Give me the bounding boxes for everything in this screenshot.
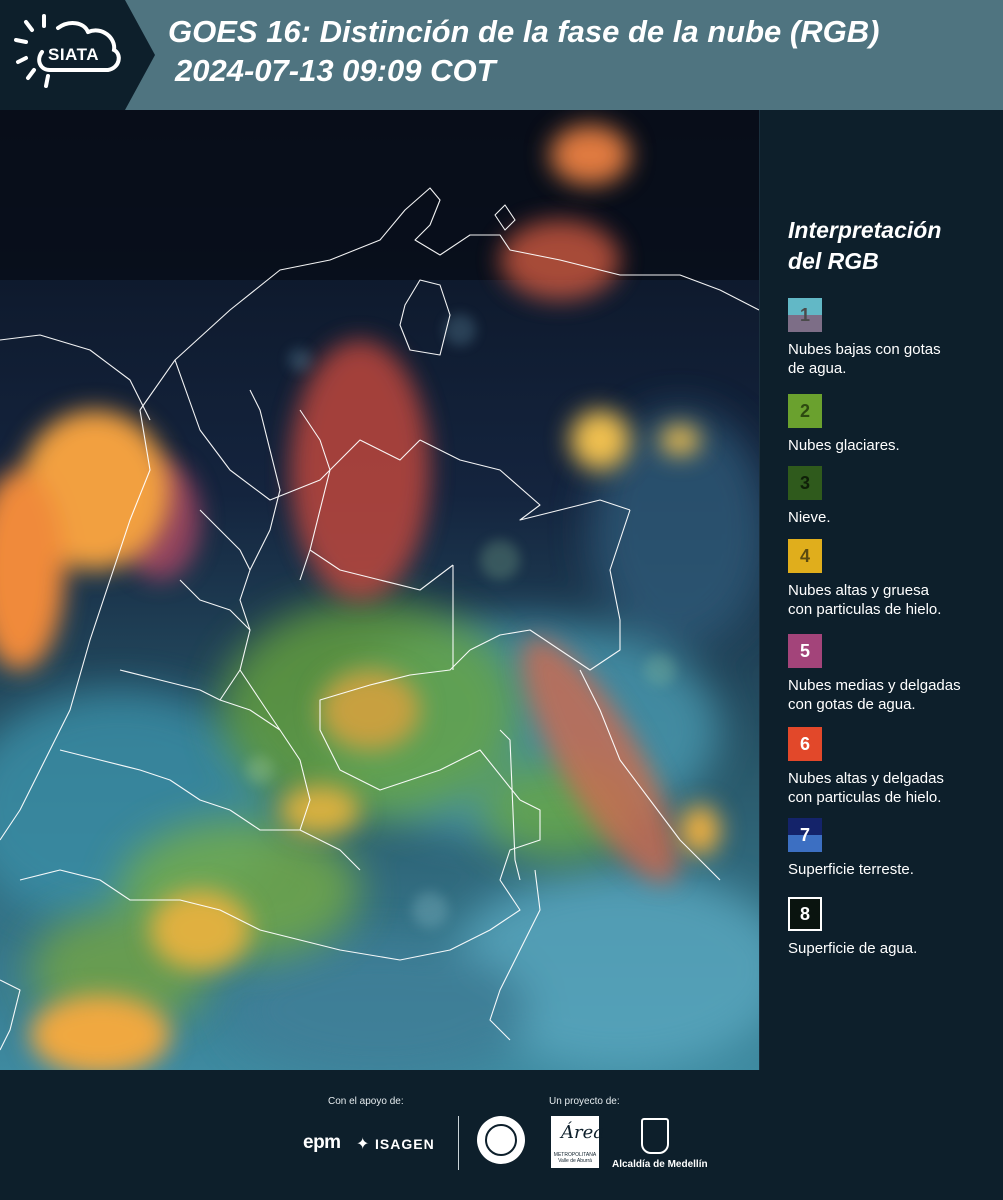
area-logo-script: Área xyxy=(561,1122,604,1143)
legend-number: 8 xyxy=(799,903,810,924)
legend-title-line2: del RGB xyxy=(788,248,879,274)
legend-number: 1 xyxy=(799,304,810,325)
seal-icon xyxy=(477,1116,525,1164)
legend-item: 3 Nieve. xyxy=(788,466,831,527)
area-metropolitana-logo: Área METROPOLITANA Valle de Aburrá xyxy=(551,1116,604,1168)
legend-title-line1: Interpretación xyxy=(788,217,942,243)
legend-item: 7 Superficie terreste. xyxy=(788,818,914,879)
legend-label-line: Nubes bajas con gotas xyxy=(788,341,941,358)
legend-panel: Interpretación del RGB xyxy=(788,215,993,297)
legend-label-line: Nubes glaciares. xyxy=(788,437,900,454)
legend-item: 5 Nubes medias y delgadas con gotas de agu… xyxy=(788,634,961,714)
legend-label: Nubes altas y delgadas con particulas de … xyxy=(788,769,944,807)
legend-label-line: Nubes altas y delgadas xyxy=(788,770,944,787)
logo-chevron xyxy=(125,0,155,110)
isagen-icon: ✦ xyxy=(356,1136,370,1153)
legend-label: Superficie de agua. xyxy=(788,939,917,958)
legend-label: Nieve. xyxy=(788,508,831,527)
legend-label: Nubes medias y delgadas con gotas de agua… xyxy=(788,676,961,714)
legend-swatch: 1 xyxy=(788,298,822,332)
legend-swatch: 2 xyxy=(788,394,822,428)
legend-label: Superficie terreste. xyxy=(788,860,914,879)
legend-swatch: 3 xyxy=(788,466,822,500)
page-title: GOES 16: Distinción de la fase de la nub… xyxy=(168,14,880,49)
legend-swatch: 4 xyxy=(788,539,822,573)
legend-number: 3 xyxy=(799,472,810,493)
isagen-logo: ISAGEN xyxy=(375,1136,435,1152)
siata-logo: SIATA xyxy=(0,0,125,110)
epm-logo: epm xyxy=(303,1132,341,1153)
alcaldia-logo-text: Alcaldía de Medellín xyxy=(612,1159,708,1170)
legend-label: Nubes glaciares. xyxy=(788,436,900,455)
legend-label-line: Nubes altas y gruesa xyxy=(788,582,929,599)
legend-title: Interpretación del RGB xyxy=(788,215,993,277)
legend-label: Nubes altas y gruesa con particulas de hi… xyxy=(788,581,941,619)
legend-number: 4 xyxy=(799,545,810,566)
legend-label-line: con particulas de hielo. xyxy=(788,789,942,806)
footer: Con el apoyo de: Un proyecto de: epm ✦ I… xyxy=(0,1070,1003,1200)
footer-divider xyxy=(458,1116,459,1170)
legend-label-line: Nubes medias y delgadas xyxy=(788,677,961,694)
legend-number: 2 xyxy=(799,400,810,421)
legend-swatch: 6 xyxy=(788,727,822,761)
legend-label-line: con gotas de agua. xyxy=(788,696,916,713)
legend-label-line: con particulas de hielo. xyxy=(788,601,942,618)
legend-item: 8 Superficie de agua. xyxy=(788,897,917,958)
legend-item: 2 Nubes glaciares. xyxy=(788,394,900,455)
area-logo-subtitle: METROPOLITANA Valle de Aburrá xyxy=(553,1152,597,1164)
header-bar: SIATA GOES 16: Distinción de la fase de … xyxy=(0,0,1003,110)
legend-item: 6 Nubes altas y delgadas con particulas de… xyxy=(788,727,944,807)
legend-item: 4 Nubes altas y gruesa con particulas de h… xyxy=(788,539,941,619)
coat-of-arms-icon xyxy=(641,1118,669,1154)
legend-label-line: de agua. xyxy=(788,360,847,377)
legend-label-line: Superficie de agua. xyxy=(788,940,918,957)
legend-item: 1 Nubes bajas con gotas de agua. xyxy=(788,298,941,378)
project-caption: Un proyecto de: xyxy=(549,1096,620,1107)
rgb-satellite-image xyxy=(0,110,759,1070)
satellite-map xyxy=(0,110,760,1070)
logo-wordmark: SIATA xyxy=(48,45,99,64)
legend-label-line: Nieve. xyxy=(788,509,831,526)
legend-swatch: 7 xyxy=(788,818,822,852)
support-caption: Con el apoyo de: xyxy=(328,1096,404,1107)
page-timestamp: 2024-07-13 09:09 COT xyxy=(175,53,496,88)
legend-number: 6 xyxy=(799,733,810,754)
legend-swatch: 8 xyxy=(788,897,822,931)
legend-number: 7 xyxy=(799,824,810,845)
legend-label-line: Superficie terreste. xyxy=(788,861,914,878)
legend-swatch: 5 xyxy=(788,634,822,668)
legend-number: 5 xyxy=(799,640,810,661)
legend-label: Nubes bajas con gotas de agua. xyxy=(788,340,941,378)
